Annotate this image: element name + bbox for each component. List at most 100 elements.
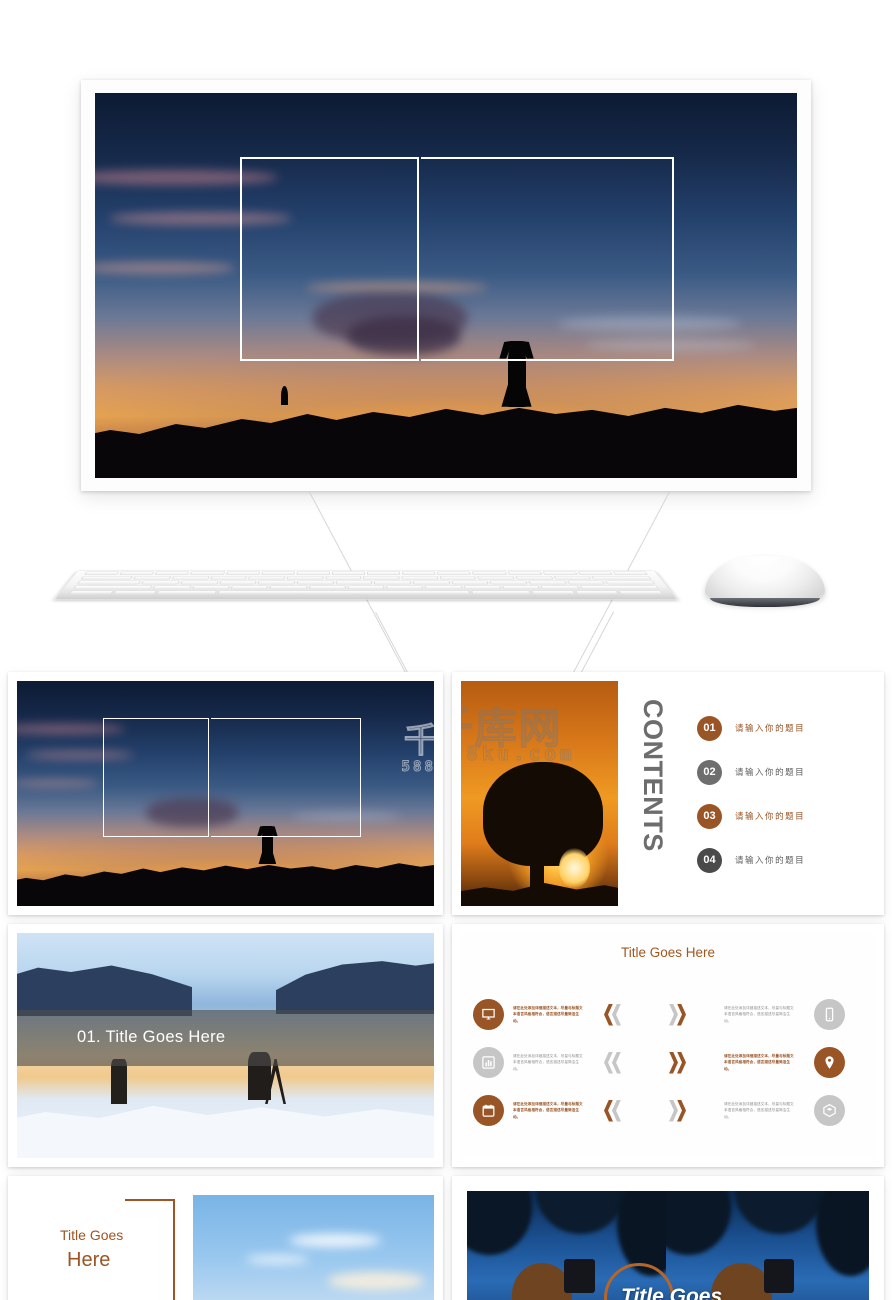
keyboard-row bbox=[76, 581, 656, 585]
chevron-left-icon bbox=[604, 1003, 628, 1026]
slide-thumbnail-icons[interactable]: Title Goes Here 请在此处添加详细描述文本，尽量与标题文本语言风格… bbox=[452, 924, 884, 1167]
key bbox=[451, 581, 489, 585]
key bbox=[507, 571, 543, 576]
key bbox=[515, 576, 554, 580]
chevron-left-back bbox=[612, 1003, 621, 1026]
foliage-blur bbox=[666, 1191, 732, 1255]
keyboard-row bbox=[72, 585, 660, 590]
ridge-tree bbox=[281, 385, 289, 405]
icon-row-1-right-text: 请在此处添加详细描述文本，尽量与标题文本语言风格相符合，语言描述尽量简洁生动。 bbox=[724, 1006, 794, 1023]
key bbox=[230, 585, 269, 590]
icon-row-3: 请在此处添加详细描述文本，尽量与标题文本语言风格相符合，语言描述尽量简洁生动。 … bbox=[473, 1095, 845, 1126]
keyboard-row bbox=[83, 571, 649, 576]
bottom-left-title-line1: Title Goes bbox=[60, 1227, 124, 1243]
key bbox=[296, 581, 334, 585]
key bbox=[566, 581, 606, 585]
key bbox=[591, 576, 652, 580]
chevron-right-icon bbox=[669, 1051, 693, 1074]
contents-item-number: 04 bbox=[696, 847, 722, 873]
sun-disc bbox=[558, 847, 590, 888]
photo-right bbox=[666, 1191, 869, 1300]
bottom-right-title: Title Goes bbox=[621, 1285, 723, 1300]
foliage-blur bbox=[735, 1191, 825, 1234]
slide-thumbnail-title-canvas: 旅行记事本&旅游相册 旅行 旅行的记忆 千 588 bbox=[17, 681, 434, 906]
keyboard-row bbox=[68, 590, 664, 595]
slide-thumbnail-title-photo-canvas: Title Goes Here bbox=[17, 1185, 434, 1300]
hiker-silhouette bbox=[110, 1059, 128, 1104]
slide-thumbnail-title[interactable]: 旅行记事本&旅游相册 旅行 旅行的记忆 千 588 bbox=[8, 672, 443, 915]
contents-item-number: 02 bbox=[696, 759, 722, 785]
icon-row-1: 请在此处添加详细描述文本，尽量与标题文本语言风格相符合，语言描述尽量简洁生动。 … bbox=[473, 999, 845, 1030]
contents-heading: CONTENTS bbox=[637, 699, 668, 852]
key bbox=[154, 571, 190, 576]
chevron-right-front bbox=[677, 1051, 686, 1074]
bar-chart-icon[interactable] bbox=[473, 1047, 504, 1078]
hero-slide: 旅行记事本&旅游相册 旅行 旅行的记忆 bbox=[95, 93, 797, 478]
foliage-blur bbox=[816, 1191, 869, 1277]
key bbox=[119, 571, 155, 576]
section-title: 01. Title Goes Here bbox=[77, 1028, 226, 1047]
slide-thumbnail-photo-duo-canvas: Title Goes bbox=[461, 1185, 875, 1300]
key bbox=[363, 576, 400, 580]
key bbox=[68, 590, 114, 595]
key bbox=[324, 576, 362, 580]
chevron-left-front bbox=[604, 1003, 613, 1026]
keyboard-keys bbox=[68, 571, 664, 595]
contents-item-3[interactable]: 03 请输入你的题目 bbox=[696, 803, 806, 829]
cloud-wisp bbox=[289, 1233, 381, 1247]
contents-item-4[interactable]: 04 请输入你的题目 bbox=[696, 847, 805, 873]
key bbox=[191, 585, 230, 590]
key bbox=[577, 571, 613, 576]
key bbox=[374, 581, 412, 585]
slide-thumbnail-title-photo[interactable]: Title Goes Here bbox=[8, 1176, 443, 1300]
spacebar-key bbox=[217, 590, 470, 595]
key bbox=[83, 571, 120, 576]
bottom-left-photo bbox=[193, 1195, 434, 1300]
chevron-right-icon bbox=[669, 1099, 693, 1122]
calendar-icon[interactable] bbox=[473, 1095, 504, 1126]
chevron-right-back bbox=[669, 1051, 678, 1074]
contents-item-label: 请输入你的题目 bbox=[734, 768, 806, 779]
key bbox=[209, 576, 248, 580]
key bbox=[335, 581, 373, 585]
camera bbox=[763, 1259, 794, 1294]
key bbox=[612, 571, 649, 576]
key bbox=[579, 585, 660, 590]
key bbox=[472, 571, 507, 576]
chevron-right-back bbox=[669, 1003, 678, 1026]
title-bracket-outline bbox=[125, 1199, 175, 1300]
chevron-left-back bbox=[612, 1099, 621, 1122]
key bbox=[347, 585, 385, 590]
chevron-right-front bbox=[677, 1003, 686, 1026]
ppt-template-preview: 旅行记事本&旅游相册 旅行 旅行的记忆 bbox=[0, 0, 892, 1300]
key bbox=[218, 581, 257, 585]
contents-item-1[interactable]: 01 请输入你的题目 bbox=[696, 715, 805, 741]
key bbox=[133, 576, 172, 580]
map-pin-icon[interactable] bbox=[814, 1047, 845, 1078]
key bbox=[531, 590, 575, 595]
hero-side-frame bbox=[421, 156, 675, 361]
person-head bbox=[511, 1263, 573, 1300]
key bbox=[439, 576, 477, 580]
key bbox=[401, 576, 439, 580]
key bbox=[412, 581, 451, 585]
slide-thumbnail-section[interactable]: 01. Title Goes Here bbox=[8, 924, 443, 1167]
slide-thumbnail-contents[interactable]: 千库网 588ku.com CONTENTS 01 请输入你的题目 02 请输入… bbox=[452, 672, 884, 915]
smartphone-icon[interactable] bbox=[814, 999, 845, 1030]
key bbox=[605, 581, 656, 585]
slide-thumbnail-photo-duo[interactable]: Title Goes bbox=[452, 1176, 884, 1300]
key bbox=[157, 590, 218, 595]
cube-icon[interactable] bbox=[814, 1095, 845, 1126]
foliage-blur bbox=[535, 1191, 626, 1234]
slide-thumbnail-icons-canvas: Title Goes Here 请在此处添加详细描述文本，尽量与标题文本语言风格… bbox=[461, 933, 875, 1158]
monitor-icon[interactable] bbox=[473, 999, 504, 1030]
key bbox=[402, 571, 436, 576]
key bbox=[308, 585, 346, 590]
contents-item-label: 请输入你的题目 bbox=[734, 812, 806, 823]
key bbox=[424, 585, 463, 590]
contents-item-2[interactable]: 02 请输入你的题目 bbox=[696, 759, 806, 785]
slide-thumbnail-section-canvas: 01. Title Goes Here bbox=[17, 933, 434, 1158]
key bbox=[113, 590, 158, 595]
icons-slide-title: Title Goes Here bbox=[620, 945, 716, 960]
contents-item-number: 03 bbox=[696, 803, 722, 829]
